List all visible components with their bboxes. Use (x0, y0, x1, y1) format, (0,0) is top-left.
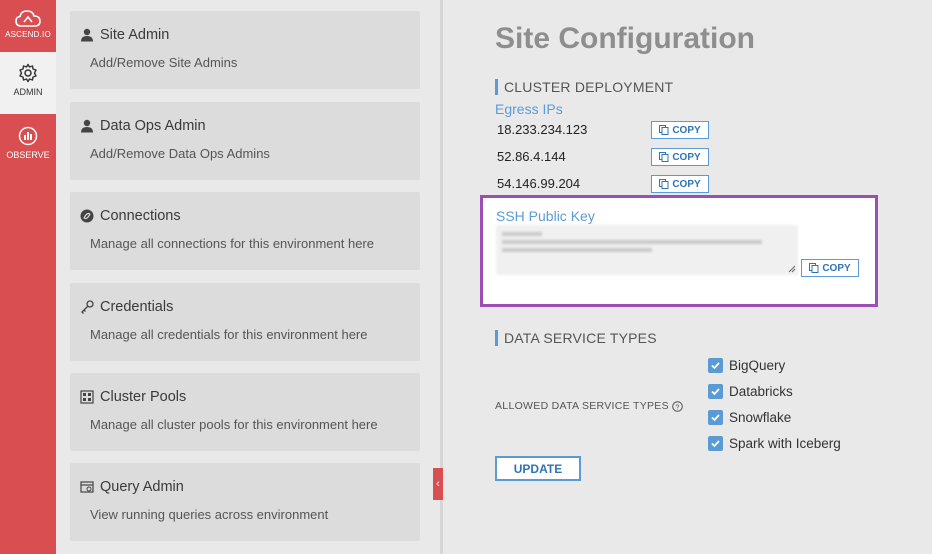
service-type-spark-iceberg[interactable]: Spark with Iceberg (708, 436, 841, 451)
ssh-key-highlight-box: SSH Public Key COPY (480, 195, 878, 307)
copy-label: COPY (672, 178, 701, 190)
card-connections[interactable]: Connections Manage all connections for t… (70, 192, 420, 270)
copy-label: COPY (672, 151, 701, 163)
service-type-databricks[interactable]: Databricks (708, 384, 793, 399)
copy-icon (809, 263, 819, 273)
card-title-text: Data Ops Admin (100, 118, 206, 134)
nav-observe-label: OBSERVE (6, 150, 50, 160)
site-configuration-panel: Site Configuration CLUSTER DEPLOYMENT Eg… (443, 0, 932, 554)
card-description: Add/Remove Data Ops Admins (90, 146, 270, 161)
allowed-data-service-types-label: ALLOWED DATA SERVICE TYPES ? (495, 400, 683, 412)
card-title-text: Cluster Pools (100, 389, 187, 405)
admin-cards-panel: Site Admin Add/Remove Site Admins Data O… (56, 0, 440, 554)
update-button[interactable]: UPDATE (495, 456, 581, 481)
chart-icon (18, 126, 38, 146)
egress-ips-label: Egress IPs (495, 101, 563, 117)
user-icon (81, 28, 93, 42)
cloud-logo-icon (15, 10, 41, 27)
card-cluster-pools[interactable]: Cluster Pools Manage all cluster pools f… (70, 373, 420, 451)
card-title: Site Admin (80, 27, 169, 43)
card-description: Add/Remove Site Admins (90, 55, 238, 70)
checkbox-checked-icon[interactable] (708, 358, 723, 373)
resize-grip-icon[interactable] (788, 265, 796, 273)
card-title-text: Credentials (100, 299, 174, 315)
card-title-text: Site Admin (100, 27, 170, 43)
gear-icon (19, 63, 37, 83)
card-description: Manage all credentials for this environm… (90, 327, 368, 342)
copy-icon (659, 179, 669, 189)
svg-text:?: ? (675, 402, 679, 411)
page-title: Site Configuration (495, 22, 755, 55)
cluster-deployment-heading: CLUSTER DEPLOYMENT (495, 79, 673, 95)
card-credentials[interactable]: Credentials Manage all credentials for t… (70, 283, 420, 361)
nav-admin-label: ADMIN (13, 87, 43, 97)
connections-icon (80, 209, 94, 223)
ssh-public-key-label: SSH Public Key (496, 208, 595, 224)
card-description: Manage all cluster pools for this enviro… (90, 417, 378, 432)
cluster-icon (80, 390, 94, 404)
logo-label: ASCEND.IO (5, 30, 51, 39)
egress-ip-3: 54.146.99.204 (497, 176, 581, 191)
copy-ip-3-button[interactable]: COPY (651, 175, 709, 193)
ssh-key-textarea[interactable] (496, 225, 798, 275)
nav-admin[interactable]: ADMIN (0, 52, 56, 114)
ascend-logo[interactable]: ASCEND.IO (0, 0, 56, 52)
card-description: Manage all connections for this environm… (90, 236, 374, 251)
card-data-ops-admin[interactable]: Data Ops Admin Add/Remove Data Ops Admin… (70, 102, 420, 180)
checkbox-checked-icon[interactable] (708, 410, 723, 425)
copy-icon (659, 125, 669, 135)
card-description: View running queries across environment (90, 507, 329, 522)
copy-ip-2-button[interactable]: COPY (651, 148, 709, 166)
checkbox-checked-icon[interactable] (708, 384, 723, 399)
card-title-text: Query Admin (100, 479, 184, 495)
help-icon[interactable]: ? (672, 400, 683, 412)
card-title: Data Ops Admin (80, 118, 206, 134)
card-title: Connections (80, 208, 181, 224)
nav-observe[interactable]: OBSERVE (0, 122, 56, 172)
key-icon (81, 300, 94, 314)
card-query-admin[interactable]: Query Admin View running queries across … (70, 463, 420, 541)
checkbox-checked-icon[interactable] (708, 436, 723, 451)
copy-ssh-key-button[interactable]: COPY (801, 259, 859, 277)
copy-label: COPY (822, 262, 851, 274)
query-icon (80, 481, 94, 493)
allowed-label-text: ALLOWED DATA SERVICE TYPES (495, 400, 669, 412)
data-service-types-heading: DATA SERVICE TYPES (495, 330, 657, 346)
service-type-label: Databricks (729, 384, 793, 399)
copy-label: COPY (672, 124, 701, 136)
copy-icon (659, 152, 669, 162)
service-type-label: Snowflake (729, 410, 792, 425)
chevron-left-icon: ‹ (436, 478, 440, 490)
egress-ip-1: 18.233.234.123 (497, 122, 588, 137)
user-icon (81, 119, 93, 133)
service-type-label: BigQuery (729, 358, 786, 373)
service-type-bigquery[interactable]: BigQuery (708, 358, 785, 373)
service-type-snowflake[interactable]: Snowflake (708, 410, 791, 425)
service-type-label: Spark with Iceberg (729, 436, 841, 451)
card-title: Cluster Pools (80, 389, 186, 405)
collapse-panel-handle[interactable]: ‹ (433, 468, 443, 500)
copy-ip-1-button[interactable]: COPY (651, 121, 709, 139)
left-nav-rail: ASCEND.IO ADMIN OBSERVE (0, 0, 56, 554)
card-title-text: Connections (100, 208, 181, 224)
card-site-admin[interactable]: Site Admin Add/Remove Site Admins (70, 11, 420, 89)
card-title: Credentials (80, 299, 173, 315)
egress-ip-2: 52.86.4.144 (497, 149, 566, 164)
card-title: Query Admin (80, 479, 184, 495)
